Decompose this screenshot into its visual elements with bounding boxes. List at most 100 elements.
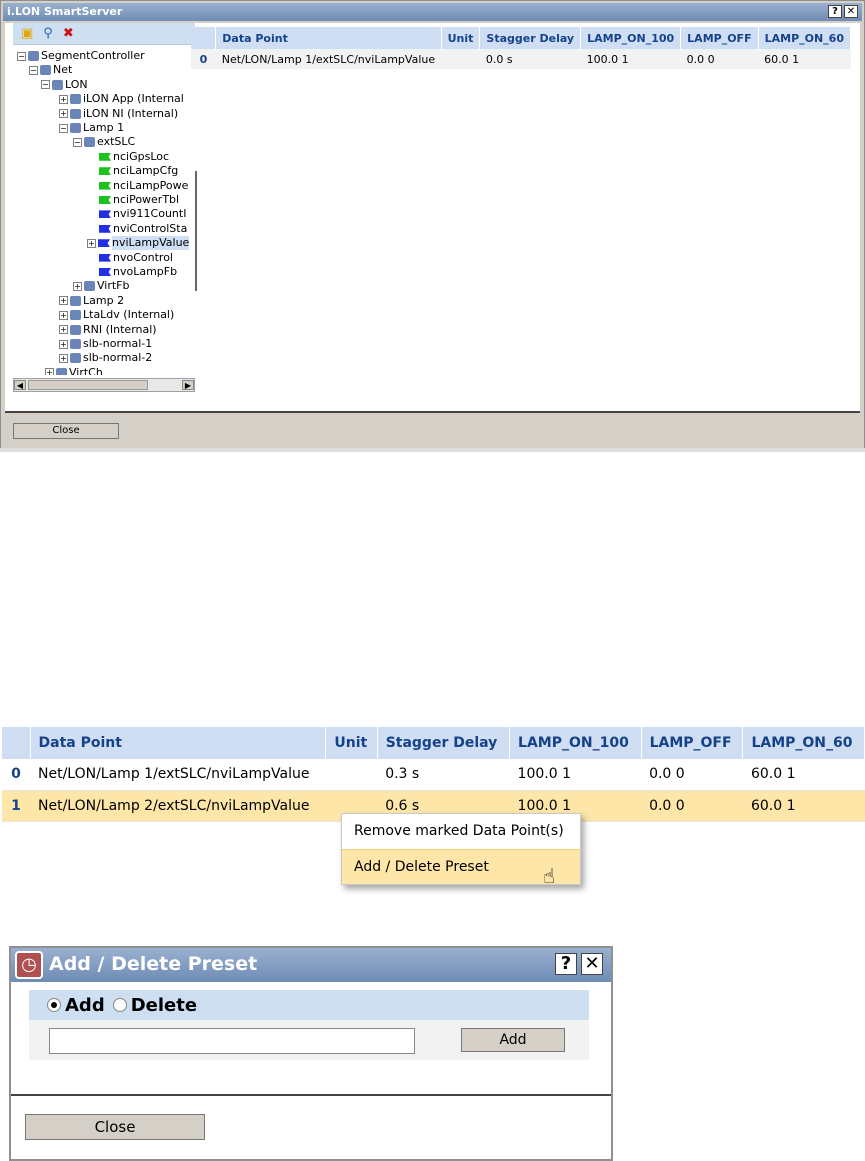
column-header[interactable]: LAMP_ON_60 [758, 27, 852, 49]
tree-node-label: Lamp 2 [83, 293, 125, 307]
collapse-icon[interactable]: − [41, 80, 50, 90]
tree-node[interactable]: nvi911CountI [99, 207, 186, 221]
tree-node-label: VirtCh [69, 365, 103, 375]
tree-node[interactable]: + VirtCh [45, 366, 103, 375]
data-point-grid: Data Point Unit Stagger Delay LAMP_ON_100 LA… [191, 27, 852, 69]
help-button[interactable]: ? [828, 5, 842, 18]
collapse-icon[interactable]: − [29, 65, 38, 75]
add-preset-button[interactable]: Add [461, 1028, 565, 1052]
column-header[interactable]: LAMP_OFF [641, 727, 744, 759]
navigation-tree-panel: ▣ ⚲ ✖ − SegmentController − Net − LON + iLON Ap… [13, 23, 197, 393]
tree-node[interactable]: nciLampCfg [99, 164, 178, 178]
preset-name-input[interactable] [49, 1028, 415, 1054]
tree-node-label: nviLampValue [112, 236, 190, 251]
tree-node[interactable]: + iLON App (Internal [59, 92, 184, 106]
tree-node[interactable]: nviControlSta [99, 222, 187, 236]
collapse-icon[interactable]: − [17, 51, 26, 61]
expand-icon[interactable]: + [59, 325, 68, 335]
tree-node[interactable]: − extSLC [73, 135, 135, 149]
column-header[interactable]: Unit [325, 727, 378, 759]
expand-icon[interactable]: + [73, 281, 82, 291]
tree-node[interactable]: nvoControl [99, 251, 173, 265]
table-cell: 0.0 0 [641, 759, 743, 791]
tree-node[interactable]: − SegmentController [17, 49, 145, 63]
slb-icon [70, 339, 81, 349]
net-icon [40, 65, 51, 76]
table-cell: 0.0 s [479, 49, 581, 69]
expand-icon[interactable]: + [59, 310, 68, 320]
table-cell: 0.3 s [377, 759, 510, 791]
expand-icon[interactable]: + [59, 296, 68, 306]
tree-node[interactable]: + RNI (Internal) [59, 323, 157, 337]
column-header[interactable]: Data Point [215, 27, 442, 49]
tree-node[interactable]: + nviLampValue [87, 236, 190, 251]
expand-icon[interactable]: + [45, 368, 54, 375]
scroll-thumb[interactable] [28, 380, 148, 390]
tree-node-label: nvi911CountI [113, 207, 187, 221]
tree-node[interactable]: + Lamp 2 [59, 294, 124, 308]
table-cell: 100.0 1 [509, 759, 642, 791]
dialog-close-x-button[interactable]: ✕ [581, 953, 603, 975]
tree-node[interactable]: + VirtFb [73, 279, 129, 293]
search-icon[interactable]: ⚲ [43, 26, 53, 41]
tree-node[interactable]: − Net [29, 63, 72, 77]
column-header[interactable]: Stagger Delay [377, 727, 511, 759]
expand-icon[interactable]: + [59, 339, 68, 349]
blue-flag-icon [99, 210, 111, 219]
ldv-icon [70, 310, 81, 321]
tree-node[interactable]: − Lamp 1 [59, 121, 124, 135]
tree-node[interactable]: + iLON NI (Internal) [59, 107, 178, 121]
preset-input-row: Add [29, 1020, 589, 1060]
tree-node[interactable]: nciLampPowe [99, 179, 188, 193]
dialog-help-button[interactable]: ? [555, 953, 577, 975]
scroll-left-arrow-icon[interactable]: ◀ [14, 380, 26, 390]
tree-node-label: nciLampPowe [113, 178, 189, 192]
lamp-icon [70, 123, 81, 133]
expand-icon[interactable]: + [59, 353, 68, 363]
tree-node[interactable]: nvoLampFb [99, 265, 177, 279]
app-icon [70, 94, 81, 105]
column-header[interactable]: LAMP_ON_60 [742, 727, 865, 759]
add-radio[interactable]: Add [47, 995, 105, 1016]
collapse-icon[interactable]: − [73, 137, 82, 147]
table-row[interactable]: 0 Net/LON/Lamp 1/extSLC/nviLampValue 0.0 s… [191, 49, 851, 69]
remove-data-points-menu-item[interactable]: Remove marked Data Point(s) [342, 814, 580, 849]
close-button[interactable]: Close [13, 423, 119, 439]
dialog-close-button[interactable]: Close [25, 1114, 205, 1140]
tree-node[interactable]: + LtaLdv (Internal) [59, 308, 174, 322]
tree-node[interactable]: + slb-normal-1 [59, 337, 152, 351]
table-row[interactable]: 0 Net/LON/Lamp 1/extSLC/nviLampValue 0.3 s… [2, 759, 865, 791]
column-header[interactable]: Data Point [30, 727, 327, 759]
blue-flag-icon [99, 253, 111, 262]
expand-icon[interactable]: + [87, 238, 96, 248]
radio-selected-icon[interactable] [47, 998, 61, 1012]
collapse-icon[interactable]: − [59, 123, 68, 133]
tree-node-label: nciGpsLoc [113, 149, 170, 163]
row-index-cell: 0 [2, 759, 30, 791]
tree-horizontal-scrollbar[interactable]: ◀ ▶ [13, 378, 195, 392]
tree-node[interactable]: nciPowerTbl [99, 193, 179, 207]
index-column-header[interactable] [2, 727, 31, 759]
delete-radio[interactable]: Delete [112, 995, 197, 1016]
gear-icon [84, 281, 95, 292]
column-header[interactable]: LAMP_OFF [680, 27, 759, 49]
radio-unselected-icon[interactable] [112, 998, 127, 1012]
close-window-button[interactable]: ✕ [844, 5, 858, 18]
dialog-separator [11, 1094, 611, 1096]
green-flag-icon [99, 181, 111, 190]
expand-icon[interactable]: + [59, 94, 68, 104]
expand-icon[interactable]: + [59, 109, 68, 119]
blue-flag-icon [99, 268, 111, 276]
tree-node[interactable]: + slb-normal-2 [59, 351, 152, 365]
column-header[interactable]: Unit [441, 27, 481, 49]
scroll-right-arrow-icon[interactable]: ▶ [182, 380, 194, 390]
delete-icon[interactable]: ✖ [63, 26, 74, 41]
tree-node[interactable]: nciGpsLoc [99, 150, 169, 164]
column-header[interactable]: LAMP_ON_100 [580, 27, 682, 49]
index-column-header[interactable] [191, 27, 217, 49]
column-header[interactable]: LAMP_ON_100 [509, 727, 642, 759]
tree-node-label: nciLampCfg [113, 164, 179, 178]
tree-node[interactable]: − LON [41, 78, 88, 92]
column-header[interactable]: Stagger Delay [479, 27, 582, 49]
toolbox-icon[interactable]: ▣ [21, 26, 33, 41]
